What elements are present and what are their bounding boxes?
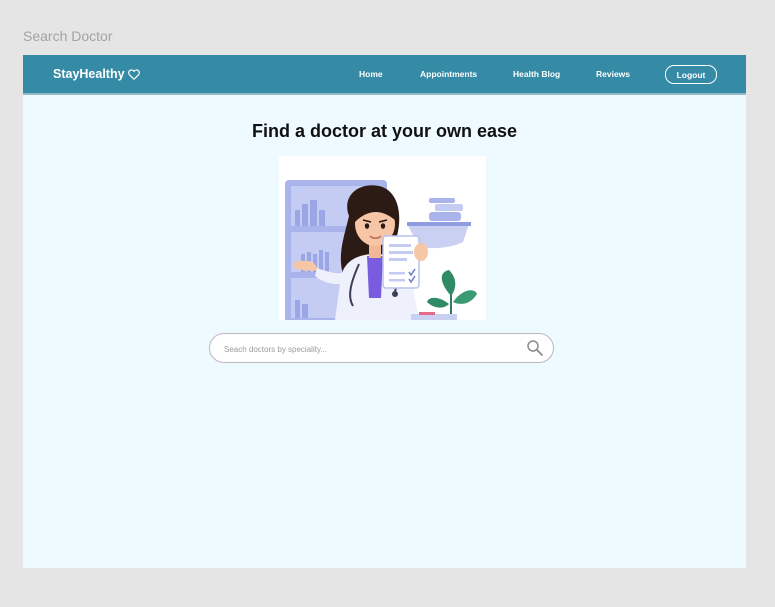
- page-title: Find a doctor at your own ease: [251, 121, 518, 141]
- logout-button[interactable]: Logout: [665, 65, 717, 84]
- nav-link-appointments[interactable]: Appointments: [420, 69, 477, 79]
- search-icon[interactable]: [526, 339, 544, 357]
- doctor-illustration: [279, 156, 486, 320]
- nav-link-home[interactable]: Home: [359, 69, 383, 79]
- nav-link-reviews[interactable]: Reviews: [596, 69, 630, 79]
- search-bar[interactable]: [209, 333, 554, 363]
- page-frame: StayHealthy Home Appointments Health Blo…: [23, 55, 746, 568]
- search-input[interactable]: [222, 339, 516, 359]
- frame-label: Search Doctor: [23, 28, 113, 44]
- nav-link-health-blog[interactable]: Health Blog: [513, 69, 560, 79]
- heart-icon: [127, 68, 140, 80]
- navbar: StayHealthy Home Appointments Health Blo…: [23, 55, 746, 95]
- brand-logo[interactable]: StayHealthy: [53, 67, 140, 81]
- brand-name: StayHealthy: [53, 67, 125, 81]
